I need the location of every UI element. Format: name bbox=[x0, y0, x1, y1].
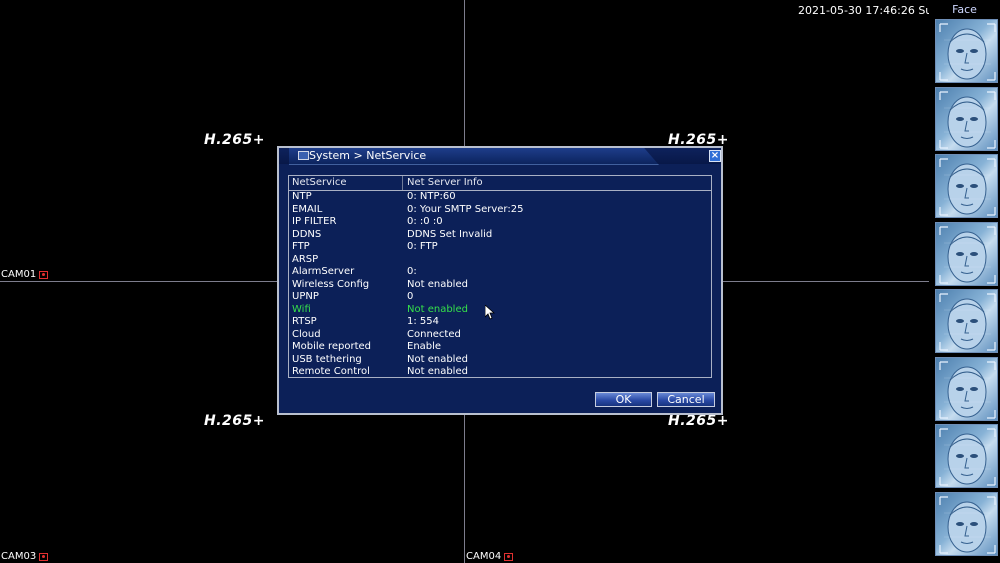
table-row[interactable]: Wifi Not enabled bbox=[289, 304, 711, 316]
close-button[interactable]: × bbox=[709, 150, 721, 162]
face-icon bbox=[939, 158, 996, 216]
service-info: 1: 554 bbox=[407, 316, 439, 327]
face-icon bbox=[939, 495, 996, 554]
cancel-button[interactable]: Cancel bbox=[657, 392, 715, 407]
service-name: Remote Control bbox=[292, 366, 370, 377]
table-row[interactable]: AlarmServer 0: bbox=[289, 266, 711, 278]
column-header-netservice: NetService bbox=[292, 177, 347, 188]
service-info: Not enabled bbox=[407, 353, 468, 365]
table-row[interactable]: USB tethering Not enabled bbox=[289, 354, 711, 366]
service-info: DDNS Set Invalid bbox=[407, 228, 493, 240]
face-thumbnail[interactable] bbox=[935, 154, 998, 218]
face-thumbnail[interactable] bbox=[935, 424, 998, 488]
face-icon bbox=[939, 23, 996, 81]
face-thumbnail[interactable] bbox=[935, 289, 998, 353]
service-name: DDNS bbox=[292, 228, 322, 240]
channel-4-label[interactable]: CAM04 bbox=[466, 551, 514, 562]
face-sidebar-title: Face bbox=[952, 3, 977, 16]
table-row[interactable]: FTP 0: FTP bbox=[289, 241, 711, 253]
table-row[interactable]: Wireless Config Not enabled bbox=[289, 279, 711, 291]
service-name: ARSP bbox=[292, 253, 319, 265]
face-icon bbox=[939, 225, 996, 284]
channel-1-label[interactable]: CAM01 bbox=[1, 269, 49, 280]
table-row[interactable]: EMAIL 0: Your SMTP Server:25 bbox=[289, 204, 711, 216]
face-thumbnail[interactable] bbox=[935, 221, 998, 286]
service-info: 0 bbox=[407, 291, 414, 302]
channel-1-name: CAM01 bbox=[1, 269, 37, 280]
face-icon bbox=[939, 428, 996, 486]
service-name: Mobile reported bbox=[292, 341, 372, 352]
channel-3-label[interactable]: CAM03 bbox=[1, 551, 49, 562]
netservice-table: NetService Net Server Info NTP 0: NTP:60 E… bbox=[288, 175, 712, 378]
service-info: Not enabled bbox=[407, 303, 468, 315]
mouse-cursor-icon bbox=[485, 305, 495, 320]
osd-datetime: 2021-05-30 17:46:26 Sun bbox=[798, 4, 940, 17]
service-info: Connected bbox=[407, 328, 461, 340]
channel-4-name: CAM04 bbox=[466, 551, 502, 562]
table-row[interactable]: Cloud Connected bbox=[289, 329, 711, 341]
service-name: NTP bbox=[292, 191, 312, 202]
service-name: EMAIL bbox=[292, 203, 323, 215]
service-name: AlarmServer bbox=[292, 266, 355, 277]
service-name: Wifi bbox=[292, 303, 311, 315]
service-name: Wireless Config bbox=[292, 278, 370, 290]
service-info: 0: bbox=[407, 266, 417, 277]
table-row[interactable]: RTSP 1: 554 bbox=[289, 316, 711, 328]
face-thumbnail[interactable] bbox=[935, 356, 998, 421]
dialog-titlebar: System > NetService × bbox=[279, 148, 721, 165]
face-thumbnail[interactable] bbox=[935, 491, 998, 556]
record-icon bbox=[39, 552, 49, 561]
table-header: NetService Net Server Info bbox=[289, 176, 711, 191]
channel-4-codec: H.265+ bbox=[668, 413, 729, 429]
monitor-icon bbox=[298, 151, 309, 160]
table-row[interactable]: Remote Control Not enabled bbox=[289, 366, 711, 378]
netservice-dialog: System > NetService × NetService Net Ser… bbox=[277, 146, 723, 415]
face-thumbnail[interactable] bbox=[935, 86, 998, 151]
table-row[interactable]: DDNS DDNS Set Invalid bbox=[289, 229, 711, 241]
column-header-info: Net Server Info bbox=[407, 177, 483, 188]
service-name: RTSP bbox=[292, 316, 317, 327]
table-row[interactable]: UPNP 0 bbox=[289, 291, 711, 303]
service-name: USB tethering bbox=[292, 353, 362, 365]
column-divider bbox=[402, 176, 403, 190]
service-info: Enable bbox=[407, 341, 442, 352]
service-name: UPNP bbox=[292, 291, 319, 302]
service-info: 0: FTP bbox=[407, 241, 438, 252]
channel-3-codec: H.265+ bbox=[204, 413, 265, 429]
face-icon bbox=[939, 293, 996, 351]
face-thumbnail[interactable] bbox=[935, 19, 998, 83]
service-info: 0: :0 :0 bbox=[407, 216, 443, 227]
channel-3-name: CAM03 bbox=[1, 551, 37, 562]
ok-button[interactable]: OK bbox=[595, 392, 652, 407]
service-info: Not enabled bbox=[407, 278, 468, 290]
face-sidebar: Face bbox=[929, 0, 1000, 563]
service-info: 0: NTP:60 bbox=[407, 191, 456, 202]
dialog-title: System > NetService bbox=[309, 149, 427, 162]
table-row[interactable]: Mobile reported Enable bbox=[289, 341, 711, 353]
table-row[interactable]: IP FILTER 0: :0 :0 bbox=[289, 216, 711, 228]
table-row[interactable]: ARSP bbox=[289, 254, 711, 266]
service-name: Cloud bbox=[292, 328, 321, 340]
record-icon bbox=[39, 270, 49, 279]
channel-1-codec: H.265+ bbox=[204, 132, 265, 148]
table-row[interactable]: NTP 0: NTP:60 bbox=[289, 191, 711, 203]
face-icon bbox=[939, 90, 996, 149]
service-info: 0: Your SMTP Server:25 bbox=[407, 203, 524, 215]
service-name: IP FILTER bbox=[292, 216, 337, 227]
face-icon bbox=[939, 360, 996, 419]
service-name: FTP bbox=[292, 241, 310, 252]
record-icon bbox=[504, 552, 514, 561]
service-info: Not enabled bbox=[407, 366, 468, 377]
